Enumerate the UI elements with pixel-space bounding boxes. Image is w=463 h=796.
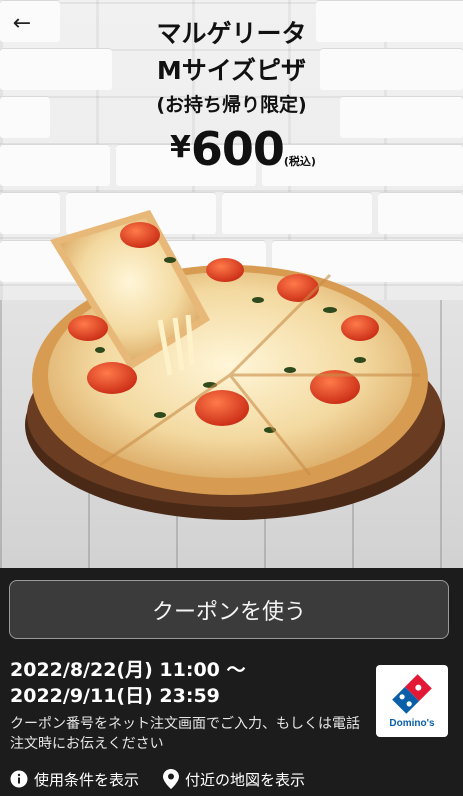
product-name-line1: マルゲリータ [156,19,307,48]
price-symbol: ¥ [170,130,191,165]
hero-banner: ← マルゲリータ Mサイズピザ (お持ち帰り限定) ¥600(税込) [0,0,463,568]
coupon-period-end: 2022/9/11(日) 23:59 [10,685,220,707]
dominos-logo-text: Domino's [389,717,435,729]
price: ¥600(税込) [170,122,316,176]
map-link-label: 付近の地図を表示 [185,770,306,789]
pizza-image [10,200,450,530]
price-value: 600 [190,122,285,176]
footer-links: 使用条件を表示 付近の地図を表示 [10,766,305,792]
domino-tile-icon [392,673,432,714]
terms-link[interactable]: 使用条件を表示 [10,769,139,790]
use-coupon-button[interactable]: クーポンを使う [9,580,449,639]
product-name-note: (お持ち帰り限定) [156,94,307,116]
dominos-logo: Domino's [376,665,448,737]
coupon-instructions: クーポン番号をネット注文画面でご入力、もしくは電話注文時にお伝えください [10,716,360,752]
map-link[interactable]: 付近の地図を表示 [163,769,305,790]
info-icon [10,770,28,788]
terms-link-label: 使用条件を表示 [34,770,140,789]
product-name-line2: Mサイズピザ [156,56,307,85]
map-pin-icon [163,769,180,789]
coupon-period-start: 2022/8/22(月) 11:00 〜 [10,659,246,681]
price-tax-label: (税込) [283,155,316,168]
use-coupon-label: クーポンを使う [151,599,306,625]
